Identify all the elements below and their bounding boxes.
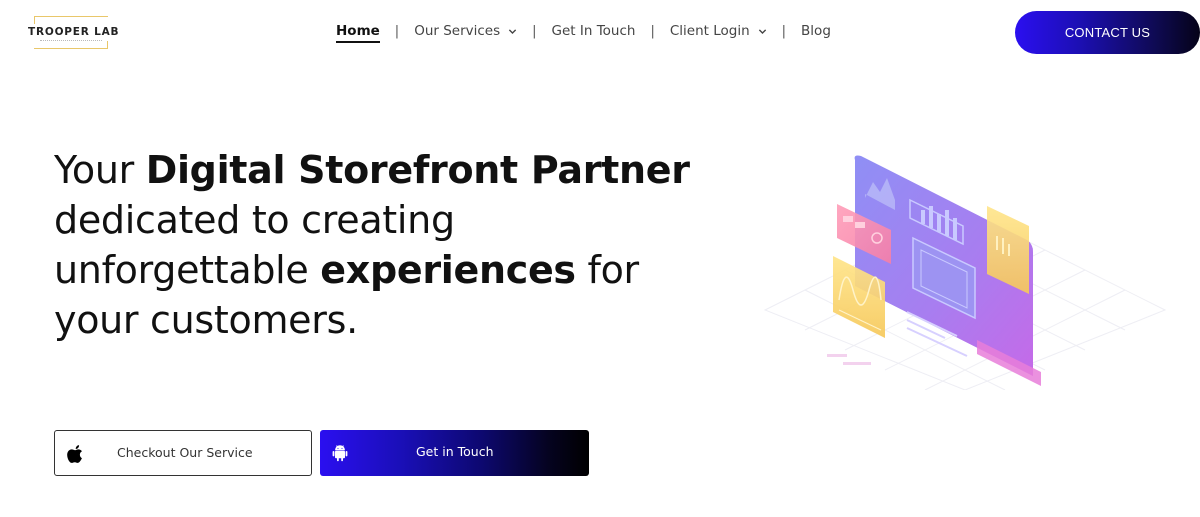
nav-separator: | (394, 23, 400, 39)
nav-separator: | (650, 23, 655, 39)
nav-item-our-services[interactable]: Our Services (414, 23, 517, 39)
chevron-down-icon (509, 28, 517, 34)
checkout-service-label: Checkout Our Service (117, 445, 253, 460)
dashboard-illustration (763, 155, 1167, 390)
contact-us-button[interactable]: CONTACT US (1015, 11, 1200, 54)
hero-text: dedicated to creating (54, 198, 455, 242)
nav-item-label: Get In Touch (551, 23, 636, 39)
hero-text-bold: Digital Storefront Partner (145, 148, 690, 192)
main-nav: Home | Our Services | Get In Touch | Cli… (336, 20, 831, 43)
hero-text-bold: experiences (320, 248, 576, 292)
logo-text: TROOPER LAB (26, 26, 120, 38)
logo-frame-left (34, 16, 35, 24)
android-icon (332, 445, 348, 462)
brand-logo[interactable]: TROOPER LAB (26, 16, 119, 49)
hero-text: Your (54, 148, 146, 192)
nav-item-blog[interactable]: Blog (801, 23, 831, 39)
nav-item-label: Blog (801, 23, 831, 39)
nav-item-label: Home (336, 23, 380, 39)
nav-separator: | (781, 23, 787, 39)
logo-tagline-line (40, 40, 102, 42)
nav-item-label: Client Login (669, 23, 750, 39)
get-in-touch-button[interactable]: Get in Touch (320, 430, 589, 476)
logo-frame-bottom (34, 48, 108, 49)
hero-text: your customers. (54, 298, 358, 342)
nav-item-get-in-touch[interactable]: Get In Touch (552, 23, 636, 39)
nav-item-label: Our Services (414, 23, 501, 39)
nav-item-client-login[interactable]: Client Login (670, 23, 767, 39)
checkout-service-button[interactable]: Checkout Our Service (54, 430, 312, 476)
apple-icon (67, 445, 82, 463)
get-in-touch-label: Get in Touch (416, 444, 494, 459)
nav-item-home[interactable]: Home (336, 23, 380, 43)
logo-frame-top (34, 16, 108, 17)
hero-text: for (575, 248, 640, 292)
hero-headline: Your Digital Storefront Partner dedicate… (54, 145, 754, 345)
hero-text: unforgettable (54, 248, 321, 292)
logo-frame-right (107, 41, 108, 49)
nav-separator: | (532, 23, 537, 39)
chevron-down-icon (758, 28, 766, 34)
